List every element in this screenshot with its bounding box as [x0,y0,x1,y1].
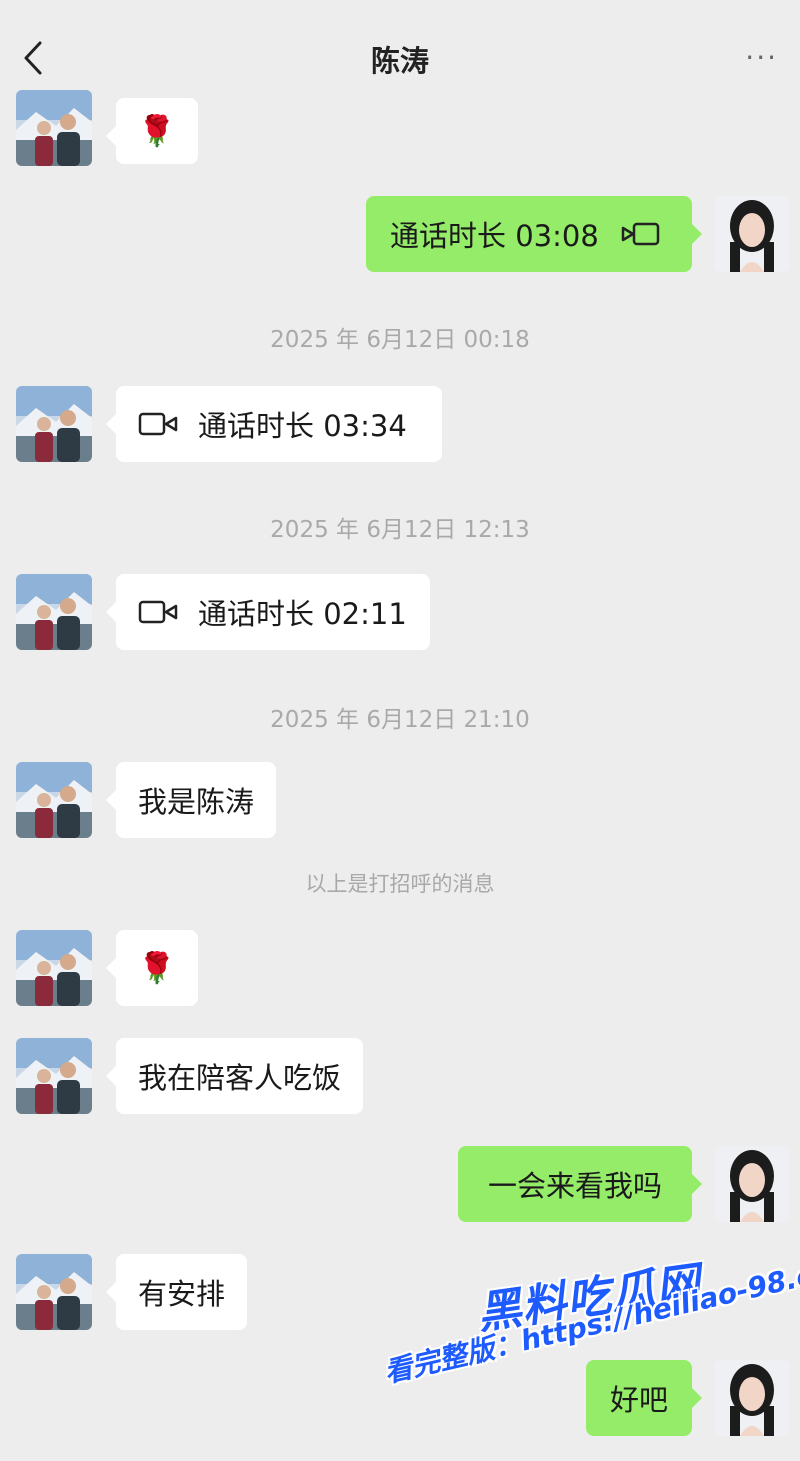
contact-avatar[interactable] [16,762,92,838]
video-camera-icon [138,412,178,436]
my-avatar-image [714,1146,790,1222]
contact-avatar[interactable] [16,930,92,1006]
contact-avatar-image [16,386,92,462]
contact-avatar[interactable] [16,574,92,650]
my-avatar-image [714,1360,790,1436]
message-bubble-incoming[interactable]: 通话时长 03:34 [106,386,442,462]
video-camera-icon [138,600,178,624]
call-duration-text: 通话时长 03:34 [198,409,407,443]
message-bubble-incoming[interactable]: 🌹 [106,98,198,164]
contact-avatar-image [16,1254,92,1330]
video-camera-icon [621,222,660,246]
contact-avatar-image [16,930,92,1006]
contact-avatar-image [16,90,92,166]
timestamp: 2025 年 6月12日 21:10 [270,707,530,733]
chat-header: 陈涛 ··· [0,0,800,100]
timestamp: 2025 年 6月12日 00:18 [270,327,530,353]
contact-avatar[interactable] [16,1254,92,1330]
my-avatar[interactable] [714,1360,790,1436]
greeting-notice: 以上是打招呼的消息 [305,872,495,896]
message-bubble-incoming[interactable]: 我是陈涛 [105,762,277,838]
message-bubble-incoming[interactable]: 我在陪客人吃饭 [105,1038,364,1114]
call-duration-text: 通话时长 03:08 [390,219,599,253]
contact-avatar-image [16,762,92,838]
contact-avatar-image [16,574,92,650]
contact-avatar[interactable] [16,90,92,166]
message-bubble-outgoing[interactable]: 通话时长 03:08 [366,196,702,272]
message-bubble-outgoing[interactable]: 一会来看我吗 [458,1146,702,1222]
message-text: 有安排 [138,1277,226,1311]
my-avatar-image [714,196,790,272]
message-bubble-incoming[interactable]: 通话时长 02:11 [106,574,430,650]
contact-avatar[interactable] [16,1038,92,1114]
rose-emoji: 🌹 [138,113,176,149]
my-avatar[interactable] [714,196,790,272]
message-text: 我是陈涛 [138,785,255,819]
chat-title: 陈涛 [370,44,429,78]
timestamp: 2025 年 6月12日 12:13 [270,517,530,543]
more-dots-icon[interactable]: ··· [745,44,778,72]
message-text: 好吧 [609,1383,668,1417]
contact-avatar-image [16,1038,92,1114]
my-avatar[interactable] [714,1146,790,1222]
rose-emoji: 🌹 [138,950,176,986]
message-bubble-incoming[interactable]: 有安排 [105,1254,248,1330]
message-text: 一会来看我吗 [487,1169,662,1203]
message-bubble-outgoing[interactable]: 好吧 [586,1360,702,1436]
message-bubble-incoming[interactable]: 🌹 [106,930,198,1006]
message-text: 我在陪客人吃饭 [138,1061,342,1095]
call-duration-text: 通话时长 02:11 [198,597,407,631]
contact-avatar[interactable] [16,386,92,462]
